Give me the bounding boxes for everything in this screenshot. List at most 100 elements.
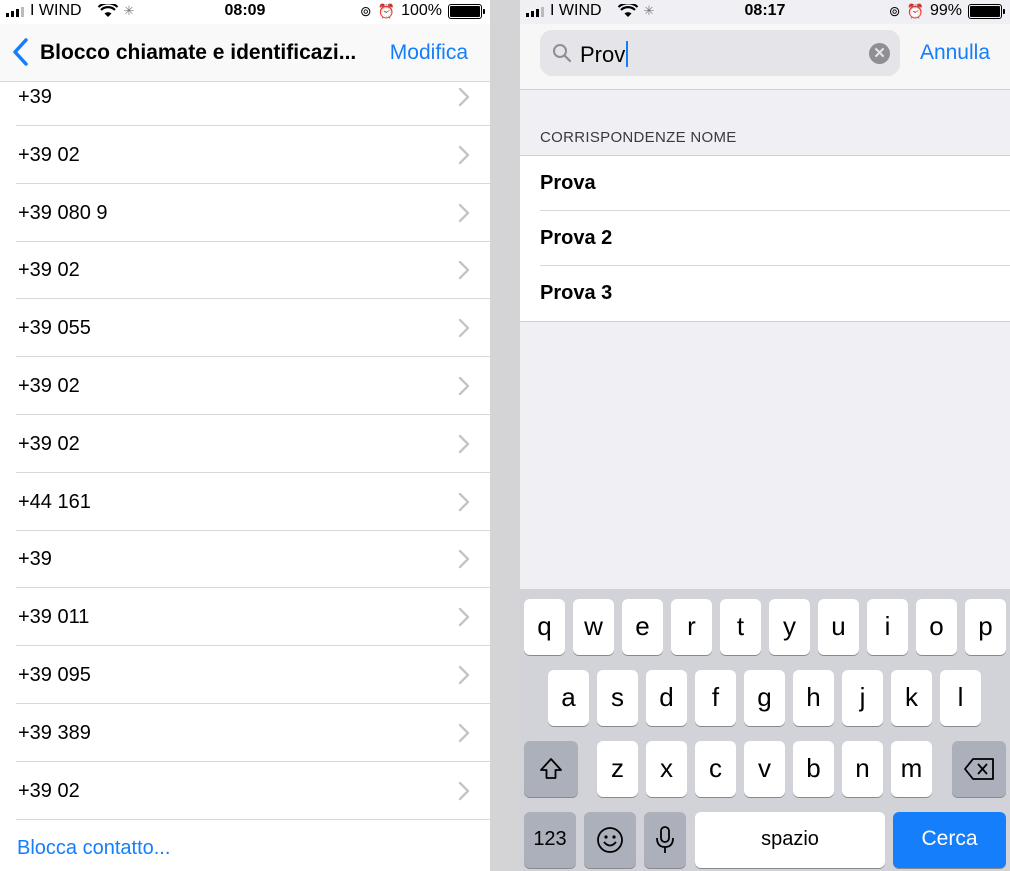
key-g[interactable]: g: [744, 670, 785, 726]
emoji-key[interactable]: [584, 812, 636, 868]
key-c[interactable]: c: [695, 741, 736, 797]
key-j[interactable]: j: [842, 670, 883, 726]
blocked-number-row[interactable]: +39 02: [16, 357, 490, 415]
phone-number: +39 02: [18, 143, 80, 166]
status-bar: I WIND ✳ 08:09 ⊚ ⏰ 100%: [0, 0, 490, 24]
blocked-number-row[interactable]: +39: [16, 82, 490, 126]
edit-button[interactable]: Modifica: [390, 41, 468, 65]
search-results: Prova Prova 2 Prova 3: [520, 155, 1010, 322]
keyboard-row-3: zxcvbnm: [520, 741, 1010, 797]
page-title: Blocco chiamate e identificazi...: [40, 41, 357, 64]
shift-key[interactable]: [524, 741, 578, 797]
phone-number: +39 011: [18, 606, 90, 629]
space-key[interactable]: spazio: [695, 812, 885, 868]
chevron-right-icon: [458, 145, 470, 164]
chevron-right-icon: [458, 781, 470, 800]
phone-number: +39: [18, 86, 52, 108]
delete-key[interactable]: [952, 741, 1006, 797]
phone-number: +39 080 9: [18, 201, 108, 224]
key-d[interactable]: d: [646, 670, 687, 726]
alarm-icon: ⏰: [377, 2, 396, 19]
key-e[interactable]: e: [622, 599, 663, 655]
phone-number: +39 02: [18, 259, 80, 282]
key-p[interactable]: p: [965, 599, 1006, 655]
key-z[interactable]: z: [597, 741, 638, 797]
key-f[interactable]: f: [695, 670, 736, 726]
key-s[interactable]: s: [597, 670, 638, 726]
section-header: CORRISPONDENZE NOME: [540, 129, 737, 146]
rotation-lock-icon: ⊚: [888, 2, 901, 19]
keyboard: qwertyuiop asdfghjkl zxcvbnm 123 spazio …: [520, 589, 1010, 871]
numbers-key[interactable]: 123: [524, 812, 576, 868]
blocked-number-row[interactable]: +39 080 9: [16, 184, 490, 242]
chevron-right-icon: [458, 665, 470, 685]
status-bar: I WIND ✳ 08:17 ⊚ ⏰ 99%: [520, 0, 1010, 24]
phone-number: +44 161: [18, 490, 91, 513]
navigation-bar: Blocco chiamate e identificazi... Modifi…: [0, 24, 490, 82]
blocked-number-row[interactable]: +44 161: [16, 473, 490, 531]
chevron-right-icon: [458, 87, 470, 107]
block-contact-link[interactable]: Blocca contatto...: [17, 837, 170, 860]
chevron-right-icon: [458, 550, 470, 569]
blocked-number-row[interactable]: +39 02: [16, 242, 490, 300]
result-row[interactable]: Prova 3: [540, 266, 1010, 321]
result-name: Prova 2: [540, 227, 613, 249]
phone-number: +39 02: [18, 374, 80, 397]
phone-number: +39 389: [18, 721, 91, 744]
delete-icon: [964, 758, 994, 780]
result-row[interactable]: Prova 2: [540, 211, 1010, 266]
chevron-right-icon: [458, 492, 470, 511]
battery-icon: [448, 3, 485, 19]
key-x[interactable]: x: [646, 741, 687, 797]
search-icon: [553, 44, 572, 63]
chevron-right-icon: [458, 318, 470, 338]
key-b[interactable]: b: [793, 741, 834, 797]
key-a[interactable]: a: [548, 670, 589, 726]
key-y[interactable]: y: [769, 599, 810, 655]
chevron-right-icon: [458, 434, 470, 453]
rotation-lock-icon: ⊚: [359, 2, 372, 19]
blocked-number-row[interactable]: +39 02: [16, 126, 490, 184]
key-l[interactable]: l: [940, 670, 981, 726]
keyboard-row-1: qwertyuiop: [520, 599, 1010, 655]
search-return-key[interactable]: Cerca: [893, 812, 1006, 868]
right-screen: I WIND ✳ 08:17 ⊚ ⏰ 99% Prov ✕ Annulla CO…: [520, 0, 1010, 871]
key-i[interactable]: i: [867, 599, 908, 655]
key-u[interactable]: u: [818, 599, 859, 655]
blocked-number-row[interactable]: +39 02: [16, 415, 490, 473]
key-n[interactable]: n: [842, 741, 883, 797]
key-t[interactable]: t: [720, 599, 761, 655]
key-w[interactable]: w: [573, 599, 614, 655]
blocked-numbers-list: +39 +39 02 +39 080 9 +39 02 +39 055 +39 02 +39…: [0, 82, 490, 820]
key-v[interactable]: v: [744, 741, 785, 797]
key-o[interactable]: o: [916, 599, 957, 655]
blocked-number-row[interactable]: +39 055: [16, 299, 490, 358]
search-value: Prov: [580, 42, 626, 67]
chevron-right-icon: [458, 261, 470, 280]
cancel-button[interactable]: Annulla: [920, 41, 990, 65]
blocked-number-row[interactable]: +39 011: [16, 588, 490, 647]
clear-icon[interactable]: ✕: [869, 43, 890, 64]
screen-divider: [490, 0, 520, 871]
result-name: Prova 3: [540, 282, 613, 304]
key-h[interactable]: h: [793, 670, 834, 726]
result-row[interactable]: Prova: [540, 156, 1010, 211]
phone-number: +39 055: [18, 317, 91, 340]
key-k[interactable]: k: [891, 670, 932, 726]
battery-percent: 100%: [401, 2, 442, 19]
key-q[interactable]: q: [524, 599, 565, 655]
result-name: Prova: [540, 172, 596, 194]
blocked-number-row[interactable]: +39 02: [16, 762, 490, 820]
shift-icon: [540, 758, 562, 779]
microphone-key[interactable]: [644, 812, 686, 868]
chevron-left-icon[interactable]: [8, 36, 34, 68]
alarm-icon: ⏰: [906, 2, 924, 19]
blocked-number-row[interactable]: +39: [16, 531, 490, 589]
blocked-number-row[interactable]: +39 389: [16, 704, 490, 762]
key-m[interactable]: m: [891, 741, 932, 797]
blocked-number-row[interactable]: +39 095: [16, 646, 490, 704]
battery-icon: [968, 3, 1005, 19]
key-r[interactable]: r: [671, 599, 712, 655]
chevron-right-icon: [458, 607, 470, 627]
search-input[interactable]: Prov ✕: [540, 30, 900, 76]
